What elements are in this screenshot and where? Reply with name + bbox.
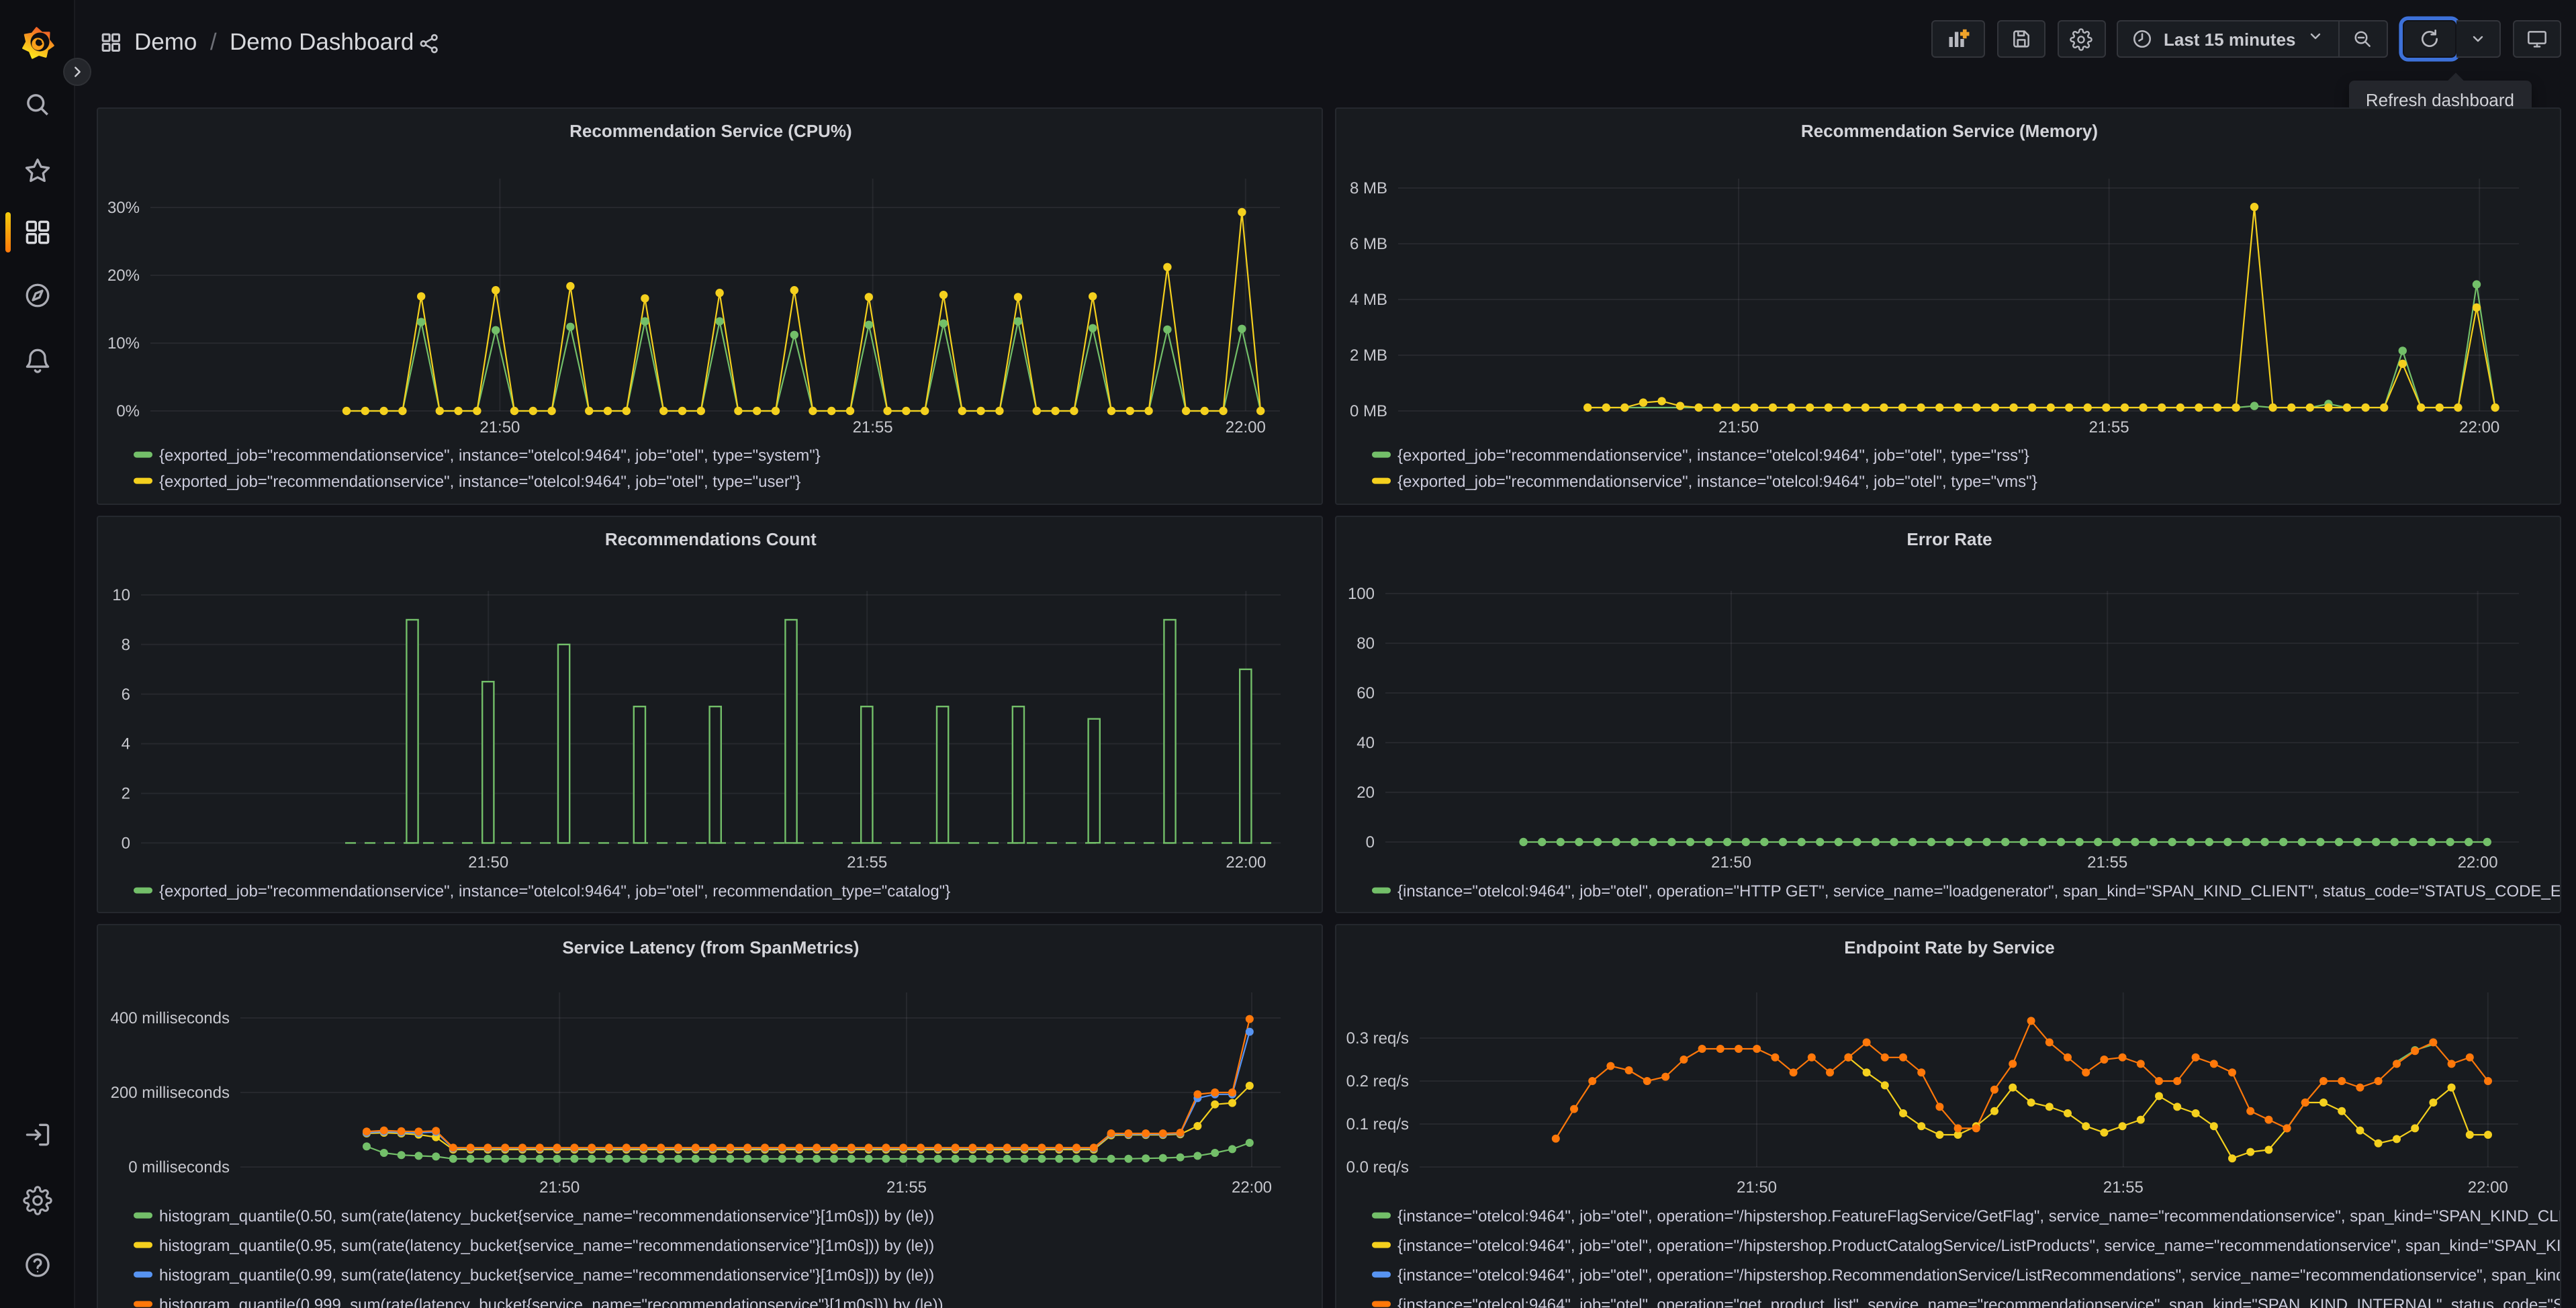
svg-text:8: 8 xyxy=(122,635,131,654)
svg-text:21:55: 21:55 xyxy=(847,853,888,872)
svg-text:histogram_quantile(0.99, sum(r: histogram_quantile(0.99, sum(rate(latenc… xyxy=(159,1266,934,1284)
svg-text:0: 0 xyxy=(1365,833,1375,851)
svg-text:20%: 20% xyxy=(107,266,140,285)
svg-text:21:50: 21:50 xyxy=(1736,1178,1777,1197)
svg-text:10: 10 xyxy=(112,586,130,604)
svg-text:Error Rate: Error Rate xyxy=(1906,529,1991,549)
svg-text:{instance="otelcol:9464", job=: {instance="otelcol:9464", job="otel", op… xyxy=(1397,1266,2561,1284)
svg-text:{exported_job="recommendations: {exported_job="recommendationservice", i… xyxy=(159,882,950,900)
svg-text:22:00: 22:00 xyxy=(2467,1178,2508,1197)
svg-text:4 MB: 4 MB xyxy=(1349,290,1387,309)
svg-text:6 MB: 6 MB xyxy=(1349,234,1387,253)
svg-text:0.2 req/s: 0.2 req/s xyxy=(1346,1072,1408,1090)
svg-text:21:55: 21:55 xyxy=(2088,418,2129,436)
svg-text:40: 40 xyxy=(1356,733,1374,752)
svg-text:0 MB: 0 MB xyxy=(1349,402,1387,420)
svg-text:10%: 10% xyxy=(107,334,140,353)
svg-text:20: 20 xyxy=(1356,783,1374,802)
svg-text:Endpoint Rate by Service: Endpoint Rate by Service xyxy=(1843,937,2054,957)
svg-text:200 milliseconds: 200 milliseconds xyxy=(111,1083,230,1102)
svg-text:22:00: 22:00 xyxy=(1232,1178,1273,1197)
svg-text:0.3 req/s: 0.3 req/s xyxy=(1346,1029,1408,1047)
svg-text:Recommendation Service (CPU%): Recommendation Service (CPU%) xyxy=(569,121,852,141)
svg-text:0.0 req/s: 0.0 req/s xyxy=(1346,1158,1408,1176)
svg-text:22:00: 22:00 xyxy=(1226,853,1267,872)
svg-text:0 milliseconds: 0 milliseconds xyxy=(128,1158,230,1176)
svg-text:21:50: 21:50 xyxy=(468,853,509,872)
svg-text:{exported_job="recommendations: {exported_job="recommendationservice", i… xyxy=(1397,446,2029,465)
svg-text:22:00: 22:00 xyxy=(2457,853,2498,872)
svg-text:30%: 30% xyxy=(107,198,140,217)
svg-text:21:55: 21:55 xyxy=(2086,853,2127,872)
svg-text:21:50: 21:50 xyxy=(539,1178,580,1197)
svg-text:histogram_quantile(0.50, sum(r: histogram_quantile(0.50, sum(rate(latenc… xyxy=(159,1207,934,1225)
svg-text:21:55: 21:55 xyxy=(2103,1178,2144,1197)
svg-text:80: 80 xyxy=(1356,634,1374,653)
svg-text:22:00: 22:00 xyxy=(2458,418,2499,436)
svg-text:Recommendation Service (Memory: Recommendation Service (Memory) xyxy=(1800,121,2097,141)
svg-text:21:55: 21:55 xyxy=(886,1178,927,1197)
svg-text:Recommendations Count: Recommendations Count xyxy=(605,529,817,549)
svg-text:21:55: 21:55 xyxy=(853,418,894,436)
svg-text:{instance="otelcol:9464", job=: {instance="otelcol:9464", job="otel", op… xyxy=(1397,1236,2561,1255)
svg-text:{instance="otelcol:9464", job=: {instance="otelcol:9464", job="otel", op… xyxy=(1397,1295,2561,1308)
svg-text:0: 0 xyxy=(122,833,131,852)
svg-text:0.1 req/s: 0.1 req/s xyxy=(1346,1115,1408,1133)
svg-text:histogram_quantile(0.95, sum(r: histogram_quantile(0.95, sum(rate(latenc… xyxy=(159,1236,934,1255)
svg-text:6: 6 xyxy=(122,685,131,704)
svg-text:22:00: 22:00 xyxy=(1226,418,1267,436)
svg-text:4: 4 xyxy=(122,735,131,753)
svg-text:2: 2 xyxy=(122,784,131,803)
svg-text:21:50: 21:50 xyxy=(479,418,520,436)
svg-text:21:50: 21:50 xyxy=(1710,853,1751,872)
svg-text:{instance="otelcol:9464", job=: {instance="otelcol:9464", job="otel", op… xyxy=(1397,1207,2561,1225)
svg-text:8 MB: 8 MB xyxy=(1349,179,1387,197)
svg-text:2 MB: 2 MB xyxy=(1349,346,1387,365)
svg-text:histogram_quantile(0.999, sum(: histogram_quantile(0.999, sum(rate(laten… xyxy=(159,1295,944,1308)
svg-text:{instance="otelcol:9464", job=: {instance="otelcol:9464", job="otel", op… xyxy=(1397,882,2561,900)
svg-text:60: 60 xyxy=(1356,684,1374,702)
svg-text:{exported_job="recommendations: {exported_job="recommendationservice", i… xyxy=(1397,472,2037,491)
svg-text:{exported_job="recommendations: {exported_job="recommendationservice", i… xyxy=(159,446,821,465)
svg-text:400 milliseconds: 400 milliseconds xyxy=(111,1009,230,1027)
svg-text:0%: 0% xyxy=(116,402,140,420)
svg-text:100: 100 xyxy=(1347,584,1375,603)
svg-text:21:50: 21:50 xyxy=(1718,418,1759,436)
svg-text:{exported_job="recommendations: {exported_job="recommendationservice", i… xyxy=(159,472,800,491)
svg-text:Service Latency (from SpanMetr: Service Latency (from SpanMetrics) xyxy=(562,937,859,957)
